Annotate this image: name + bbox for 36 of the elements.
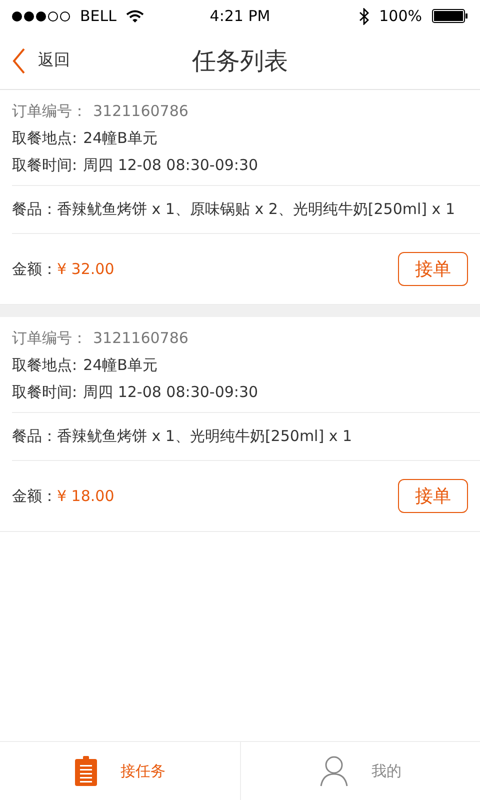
field-label: 餐品： [12,427,57,446]
order-number: 3121160786 [93,329,188,348]
tab-item[interactable]: 我的 [240,742,480,800]
wifi-icon [126,10,144,22]
battery-icon [432,9,468,23]
tab-item[interactable]: 接任务 [0,742,240,800]
accept-button[interactable]: 接单 [398,252,468,286]
carrier-name: BELL [80,7,116,25]
order-items: 香辣鱿鱼烤饼 x 1、原味锅贴 x 2、光明纯牛奶[250ml] x 1 [57,200,455,219]
page-title: 任务列表 [192,46,288,76]
field-label: 金额： [12,486,57,506]
field-label: 餐品： [12,200,57,219]
order-number: 3121160786 [93,102,188,121]
back-button[interactable]: 返回 [0,48,70,74]
battery-percent: 100% [379,7,422,25]
field-label: 取餐地点: [12,356,78,375]
clock-time: 4:21 PM [210,7,270,25]
field-label: 取餐时间: [12,156,78,175]
signal-icon [12,10,70,22]
order-amount: ¥ 18.00 [57,487,116,505]
pickup-time: 周四 12-08 08:30-09:30 [83,156,258,175]
field-label: 订单编号： [12,102,87,121]
chevron-icon [12,48,26,74]
person-icon [319,755,350,787]
pickup-time: 周四 12-08 08:30-09:30 [83,383,258,402]
field-label: 取餐地点: [12,129,78,148]
pickup-place: 24幢B单元 [83,356,158,375]
order-amount: ¥ 32.00 [57,260,116,278]
accept-button[interactable]: 接单 [398,479,468,513]
pickup-place: 24幢B单元 [83,129,158,148]
clipboard-icon [74,755,98,787]
field-label: 金额： [12,260,57,278]
field-label: 订单编号： [12,329,87,348]
field-label: 取餐时间: [12,383,78,402]
order-items: 香辣鱿鱼烤饼 x 1、光明纯牛奶[250ml] x 1 [57,427,352,446]
bluetooth-icon [359,8,370,24]
